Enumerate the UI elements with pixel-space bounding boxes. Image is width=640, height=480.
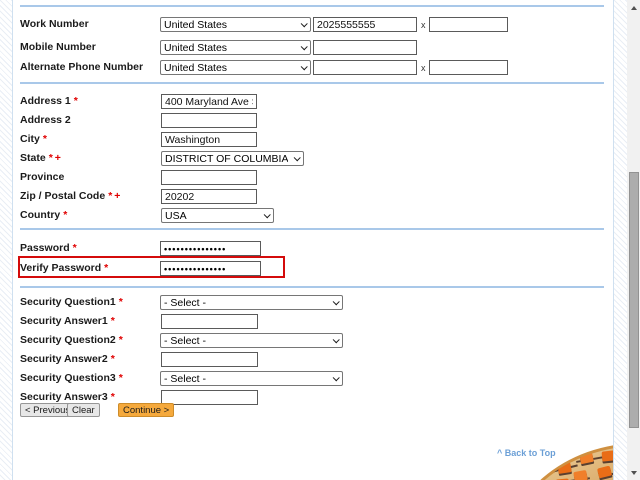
section-divider <box>20 286 604 288</box>
security-answer1-input[interactable] <box>161 314 258 329</box>
zip-label: Zip / Postal Code * + <box>20 190 121 202</box>
state-row: State * + DISTRICT OF COLUMBIA <box>14 151 613 167</box>
mobile-country-value: United States <box>164 41 228 54</box>
page-right-margin <box>613 0 627 480</box>
scroll-up-button[interactable] <box>627 0 640 15</box>
chevron-down-icon <box>332 374 340 382</box>
alternate-ext-separator: x <box>421 63 426 73</box>
verify-password-input[interactable] <box>160 261 261 276</box>
security-question2-select[interactable]: - Select - <box>160 333 343 348</box>
city-row: City * <box>14 132 613 148</box>
alternate-number-row: Alternate Phone Number United States x <box>14 60 613 76</box>
zip-input[interactable] <box>161 189 257 204</box>
security-answer3-label: Security Answer3 * <box>20 391 115 403</box>
alternate-country-value: United States <box>164 61 228 74</box>
work-country-select[interactable]: United States <box>160 17 311 32</box>
security-question1-row: Security Question1 * - Select - <box>14 295 613 311</box>
chevron-down-icon <box>293 154 301 162</box>
mobile-number-input[interactable] <box>313 40 417 55</box>
mobile-country-select[interactable]: United States <box>160 40 311 55</box>
continue-button[interactable]: Continue > <box>118 403 175 417</box>
security-answer3-row: Security Answer3 * <box>14 390 613 406</box>
address2-input[interactable] <box>161 113 257 128</box>
country-row: Country * USA <box>14 208 613 224</box>
security-question3-label: Security Question3 * <box>20 372 123 384</box>
password-row: Password * <box>14 241 613 257</box>
address1-row: Address 1 * <box>14 94 613 110</box>
verify-password-row: Verify Password * <box>14 261 613 277</box>
security-question2-label: Security Question2 * <box>20 334 123 346</box>
chevron-down-icon <box>332 336 340 344</box>
section-divider <box>20 228 604 230</box>
security-question1-label: Security Question1 * <box>20 296 123 308</box>
security-question3-row: Security Question3 * - Select - <box>14 371 613 387</box>
password-input[interactable] <box>160 241 261 256</box>
zip-row: Zip / Postal Code * + <box>14 189 613 205</box>
vertical-scrollbar[interactable] <box>627 0 640 480</box>
up-arrow-icon <box>630 5 637 10</box>
alternate-number-input[interactable] <box>313 60 417 75</box>
security-question1-select[interactable]: - Select - <box>160 295 343 310</box>
clear-button[interactable]: Clear <box>67 403 100 417</box>
province-label: Province <box>20 171 65 183</box>
password-label: Password * <box>20 242 77 254</box>
work-number-label: Work Number <box>20 18 89 30</box>
chevron-down-icon <box>332 298 340 306</box>
address2-row: Address 2 <box>14 113 613 129</box>
back-to-top-link[interactable]: ^ Back to Top <box>497 448 556 458</box>
country-label: Country * <box>20 209 68 221</box>
security-answer2-row: Security Answer2 * <box>14 352 613 368</box>
scrollbar-thumb[interactable] <box>628 172 639 428</box>
province-input[interactable] <box>161 170 257 185</box>
down-arrow-icon <box>630 470 637 475</box>
address1-input[interactable] <box>161 94 257 109</box>
city-label: City * <box>20 133 47 145</box>
alternate-ext-input[interactable] <box>429 60 508 75</box>
alternate-number-label: Alternate Phone Number <box>20 61 144 73</box>
province-row: Province <box>14 170 613 186</box>
work-number-row: Work Number United States x <box>14 17 613 33</box>
country-value: USA <box>165 209 187 222</box>
security-answer1-row: Security Answer1 * <box>14 314 613 330</box>
state-label: State * + <box>20 152 61 164</box>
mobile-number-row: Mobile Number United States <box>14 40 613 56</box>
address2-label: Address 2 <box>20 114 71 126</box>
chevron-down-icon <box>300 20 308 28</box>
scroll-down-button[interactable] <box>627 465 640 480</box>
security-question1-value: - Select - <box>164 296 207 309</box>
address1-label: Address 1 * <box>20 95 78 107</box>
section-divider <box>20 5 604 7</box>
security-question3-value: - Select - <box>164 372 207 385</box>
registration-form: Work Number United States x Mobile Numbe… <box>14 0 613 480</box>
alternate-country-select[interactable]: United States <box>160 60 311 75</box>
work-country-value: United States <box>164 18 228 31</box>
security-question3-select[interactable]: - Select - <box>160 371 343 386</box>
verify-password-label: Verify Password * <box>20 262 109 274</box>
section-divider <box>20 82 604 84</box>
security-answer2-label: Security Answer2 * <box>20 353 115 365</box>
security-question2-value: - Select - <box>164 334 207 347</box>
city-input[interactable] <box>161 132 257 147</box>
country-select[interactable]: USA <box>161 208 274 223</box>
state-select[interactable]: DISTRICT OF COLUMBIA <box>161 151 304 166</box>
mobile-number-label: Mobile Number <box>20 41 96 53</box>
security-answer2-input[interactable] <box>161 352 258 367</box>
chevron-down-icon <box>300 43 308 51</box>
work-ext-separator: x <box>421 20 426 30</box>
state-value: DISTRICT OF COLUMBIA <box>165 152 289 165</box>
page-left-margin <box>0 0 13 480</box>
chevron-down-icon <box>263 211 271 219</box>
security-answer1-label: Security Answer1 * <box>20 315 115 327</box>
security-question2-row: Security Question2 * - Select - <box>14 333 613 349</box>
work-ext-input[interactable] <box>429 17 508 32</box>
work-number-input[interactable] <box>313 17 417 32</box>
chevron-down-icon <box>300 63 308 71</box>
security-answer3-input[interactable] <box>161 390 258 405</box>
